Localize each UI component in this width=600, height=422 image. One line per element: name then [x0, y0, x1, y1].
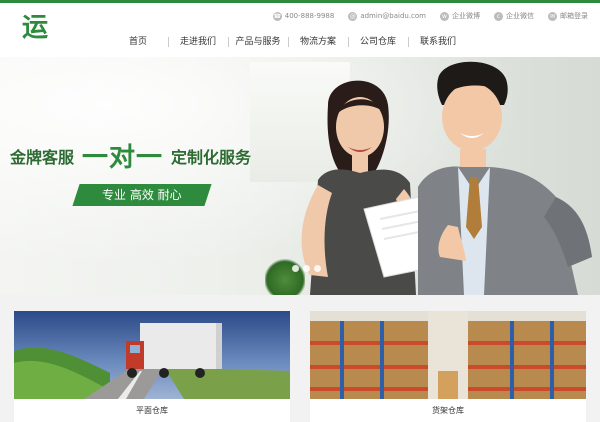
card-label-flat: 平面仓库	[136, 406, 168, 415]
shelf-warehouse-image	[310, 311, 586, 399]
flat-warehouse-image	[14, 311, 290, 399]
nav-item-about[interactable]: 走进我们	[168, 36, 228, 48]
contact-email-text: admin@baidu.com	[360, 12, 426, 20]
carousel-dot[interactable]	[292, 265, 299, 272]
weibo-icon: w	[440, 11, 449, 21]
warehouse-card-shelf[interactable]: 货架仓库	[310, 311, 586, 422]
contact-bar: ☎ 400-888-9988 @ admin@baidu.com w 企业微博 …	[272, 11, 588, 21]
contact-wechat-text: 企业微信	[506, 12, 534, 20]
headline-left: 金牌客服	[10, 148, 75, 167]
email-icon: @	[348, 11, 358, 21]
contact-weibo-text: 企业微博	[452, 12, 480, 20]
nav-item-logistics[interactable]: 物流方案	[288, 36, 348, 48]
nav-item-warehouse[interactable]: 公司仓库	[348, 36, 408, 48]
nav-item-products[interactable]: 产品与服务	[228, 36, 288, 48]
site-header: 运 ☎ 400-888-9988 @ admin@baidu.com w 企业微…	[0, 3, 600, 57]
contact-email[interactable]: @ admin@baidu.com	[348, 11, 426, 21]
man-image	[418, 61, 592, 295]
wechat-icon: c	[494, 11, 503, 21]
banner-slogan-text: 专业 高效 耐心	[102, 188, 182, 202]
banner-slogan: 专业 高效 耐心	[72, 184, 212, 206]
banner-headline: 金牌客服 一对一 定制化服务	[10, 143, 252, 173]
site-logo[interactable]: 运	[22, 13, 48, 43]
phone-icon: ☎	[272, 11, 282, 21]
contact-phone: ☎ 400-888-9988	[272, 11, 335, 21]
warehouse-section: 平面仓库 货架仓库	[0, 295, 600, 422]
carousel-dot[interactable]	[314, 265, 321, 272]
contact-weibo[interactable]: w 企业微博	[440, 11, 480, 21]
nav-item-contact[interactable]: 联系我们	[408, 36, 468, 48]
contact-mail-login[interactable]: ✉ 邮箱登录	[548, 11, 588, 21]
carousel-dot[interactable]	[303, 265, 310, 272]
headline-big: 一对一	[82, 143, 164, 173]
contact-wechat[interactable]: c 企业微信	[494, 11, 534, 21]
mail-icon: ✉	[548, 11, 557, 21]
nav-item-home[interactable]: 首页	[108, 36, 168, 48]
main-nav: 首页 走进我们 产品与服务 物流方案 公司仓库 联系我们	[108, 36, 468, 48]
carousel-dots	[292, 265, 321, 272]
hero-banner[interactable]: 金牌客服 一对一 定制化服务 专业 高效 耐心	[0, 57, 600, 295]
card-label-shelf: 货架仓库	[432, 406, 464, 415]
headline-right: 定制化服务	[171, 148, 252, 167]
warehouse-card-flat[interactable]: 平面仓库	[14, 311, 290, 422]
contact-phone-text: 400-888-9988	[284, 12, 335, 20]
contact-mail-login-text: 邮箱登录	[560, 12, 588, 20]
